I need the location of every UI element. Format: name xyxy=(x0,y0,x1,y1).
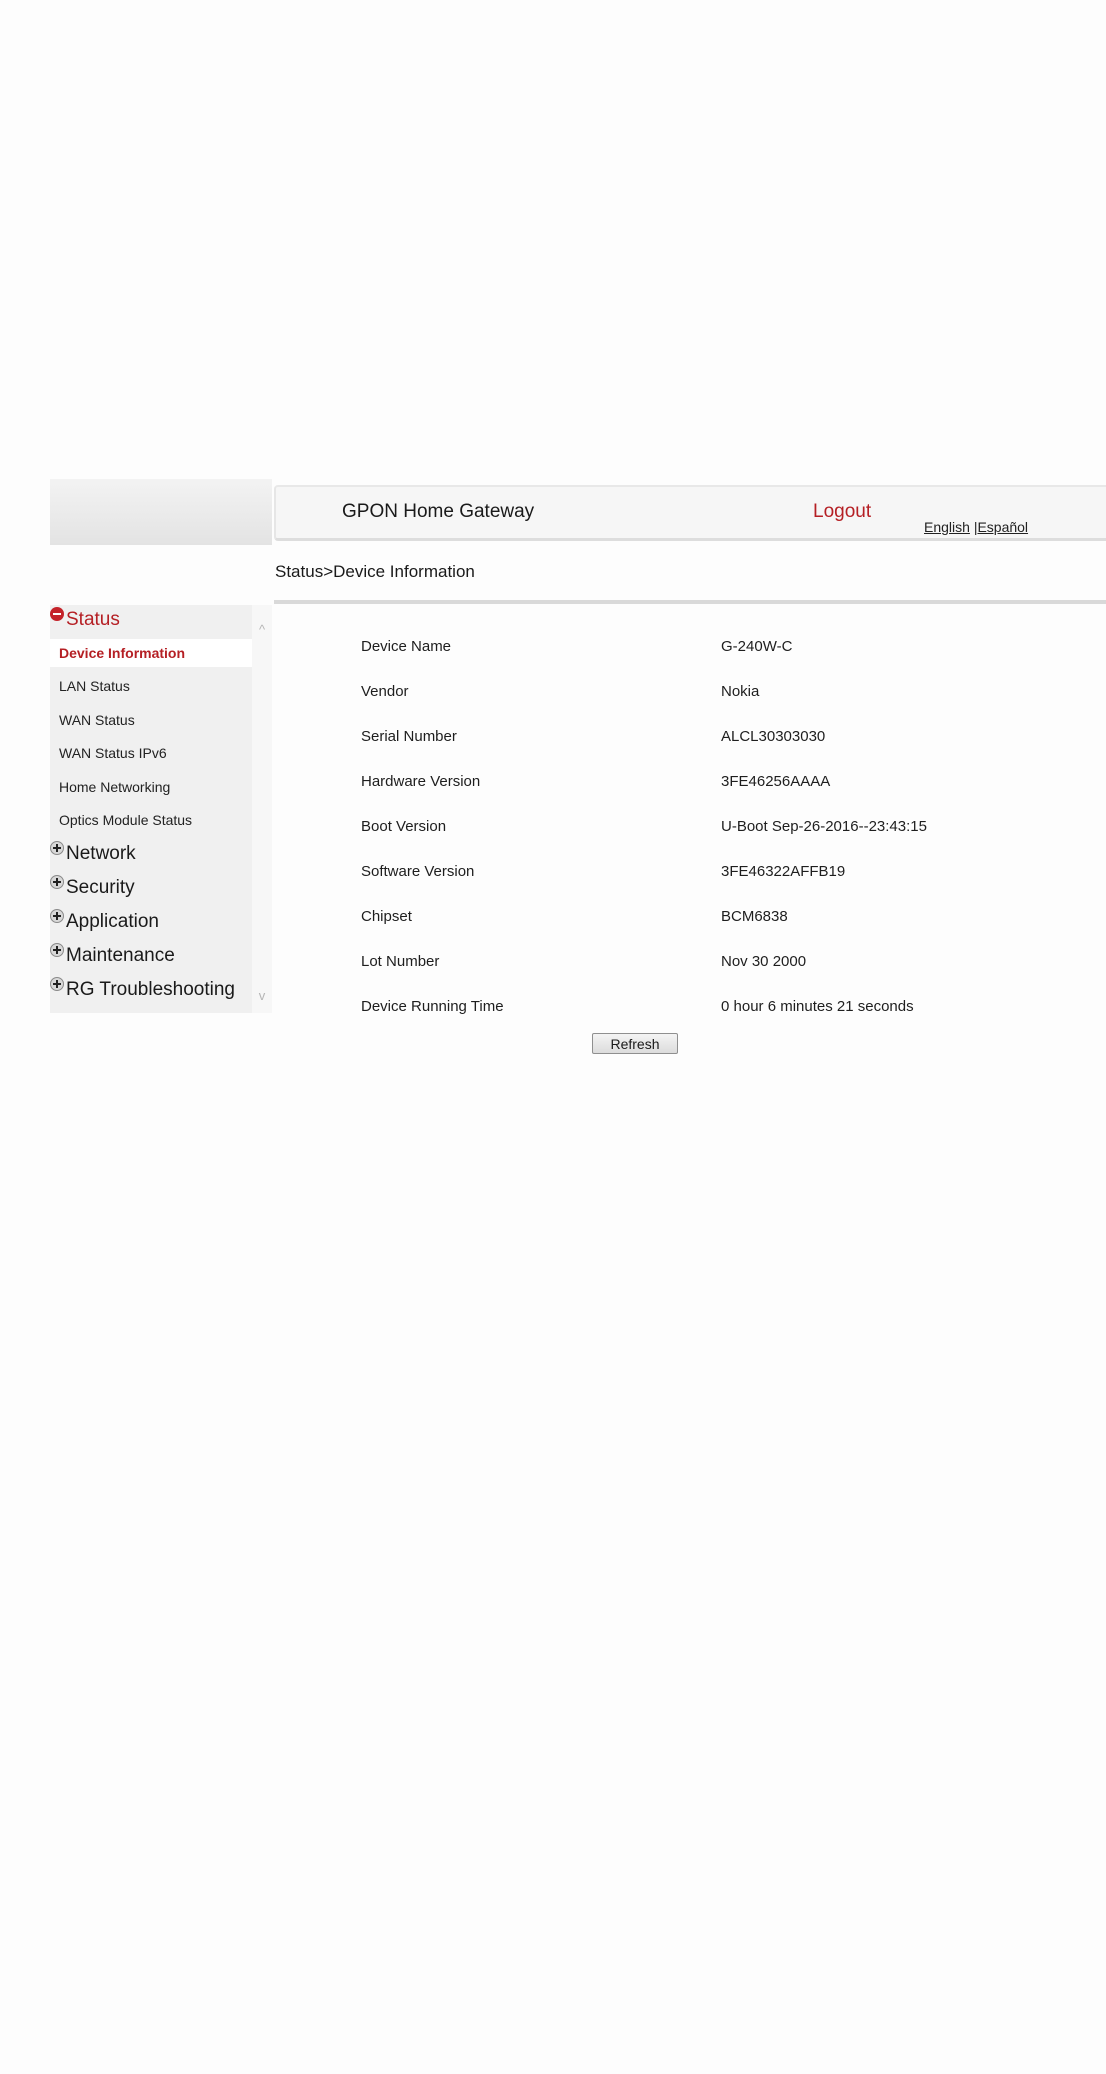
sidebar-item-optics-module-status[interactable]: Optics Module Status xyxy=(50,806,252,834)
info-value: 3FE46322AFFB19 xyxy=(721,863,846,880)
sidebar-section-label: Network xyxy=(66,843,136,864)
info-label: Software Version xyxy=(361,863,475,880)
info-row-serial-number: Serial Number ALCL30303030 xyxy=(361,728,1061,752)
breadcrumb: Status>Device Information xyxy=(275,562,475,581)
header-bar: GPON Home Gateway Logout English |Españo… xyxy=(274,485,1106,541)
sidebar-section-network[interactable]: Network xyxy=(50,839,136,869)
scroll-up-icon[interactable]: ^ xyxy=(252,623,272,637)
sidebar-section-rg-troubleshooting[interactable]: RG Troubleshooting xyxy=(50,975,235,1005)
info-value: BCM6838 xyxy=(721,908,788,925)
info-label: Lot Number xyxy=(361,953,440,970)
app-title: GPON Home Gateway xyxy=(342,501,535,522)
sidebar-section-label: Security xyxy=(66,877,135,898)
logout-link[interactable]: Logout xyxy=(813,501,871,523)
sidebar-section-status[interactable]: Status xyxy=(50,605,120,635)
info-value: 3FE46256AAAA xyxy=(721,773,831,790)
sidebar-section-application[interactable]: Application xyxy=(50,907,159,937)
expand-icon xyxy=(50,841,64,855)
info-label: Hardware Version xyxy=(361,773,481,790)
lang-english-link[interactable]: English xyxy=(924,519,970,535)
sidebar-scrollbar[interactable]: ^ v xyxy=(252,605,272,1013)
expand-icon xyxy=(50,909,64,923)
info-row-lot-number: Lot Number Nov 30 2000 xyxy=(361,953,1061,977)
info-row-hardware-version: Hardware Version 3FE46256AAAA xyxy=(361,773,1061,797)
sidebar-item-wan-status-ipv6[interactable]: WAN Status IPv6 xyxy=(50,739,252,767)
sidebar-item-lan-status[interactable]: LAN Status xyxy=(50,672,252,700)
info-label: Boot Version xyxy=(361,818,447,835)
refresh-button[interactable]: Refresh xyxy=(592,1033,678,1054)
info-row-boot-version: Boot Version U-Boot Sep-26-2016--23:43:1… xyxy=(361,818,1061,842)
content-divider xyxy=(274,600,1106,604)
sidebar-section-label: Application xyxy=(66,911,159,932)
logo-area xyxy=(50,479,272,545)
info-row-vendor: Vendor Nokia xyxy=(361,683,1061,707)
collapse-icon xyxy=(50,607,64,621)
lang-spanish-link[interactable]: Español xyxy=(977,519,1028,535)
info-value: U-Boot Sep-26-2016--23:43:15 xyxy=(721,818,927,835)
info-row-software-version: Software Version 3FE46322AFFB19 xyxy=(361,863,1061,887)
sidebar-section-label: Status xyxy=(66,609,120,630)
sidebar-nav: ^ v Status Device Information LAN Status… xyxy=(50,605,272,1013)
info-value: G-240W-C xyxy=(721,638,793,655)
info-label: Chipset xyxy=(361,908,412,925)
info-row-device-running-time: Device Running Time 0 hour 6 minutes 21 … xyxy=(361,998,1061,1022)
info-row-device-name: Device Name G-240W-C xyxy=(361,638,1061,662)
info-value: Nov 30 2000 xyxy=(721,953,807,970)
sidebar-section-label: RG Troubleshooting xyxy=(66,979,235,1000)
sidebar-item-wan-status[interactable]: WAN Status xyxy=(50,706,252,734)
language-switcher: English |Español xyxy=(924,519,1028,535)
sidebar-item-home-networking[interactable]: Home Networking xyxy=(50,773,252,801)
expand-icon xyxy=(50,977,64,991)
sidebar-section-security[interactable]: Security xyxy=(50,873,135,903)
sidebar-item-device-information[interactable]: Device Information xyxy=(50,639,252,667)
info-value: ALCL30303030 xyxy=(721,728,826,745)
info-row-chipset: Chipset BCM6838 xyxy=(361,908,1061,932)
info-label: Device Name xyxy=(361,638,452,655)
info-label: Device Running Time xyxy=(361,998,504,1015)
sidebar-section-maintenance[interactable]: Maintenance xyxy=(50,941,175,971)
scroll-down-icon[interactable]: v xyxy=(252,989,272,1003)
sidebar-section-label: Maintenance xyxy=(66,945,175,966)
info-value: Nokia xyxy=(721,683,760,700)
info-label: Vendor xyxy=(361,683,409,700)
expand-icon xyxy=(50,943,64,957)
info-label: Serial Number xyxy=(361,728,457,745)
info-value: 0 hour 6 minutes 21 seconds xyxy=(721,998,914,1015)
expand-icon xyxy=(50,875,64,889)
